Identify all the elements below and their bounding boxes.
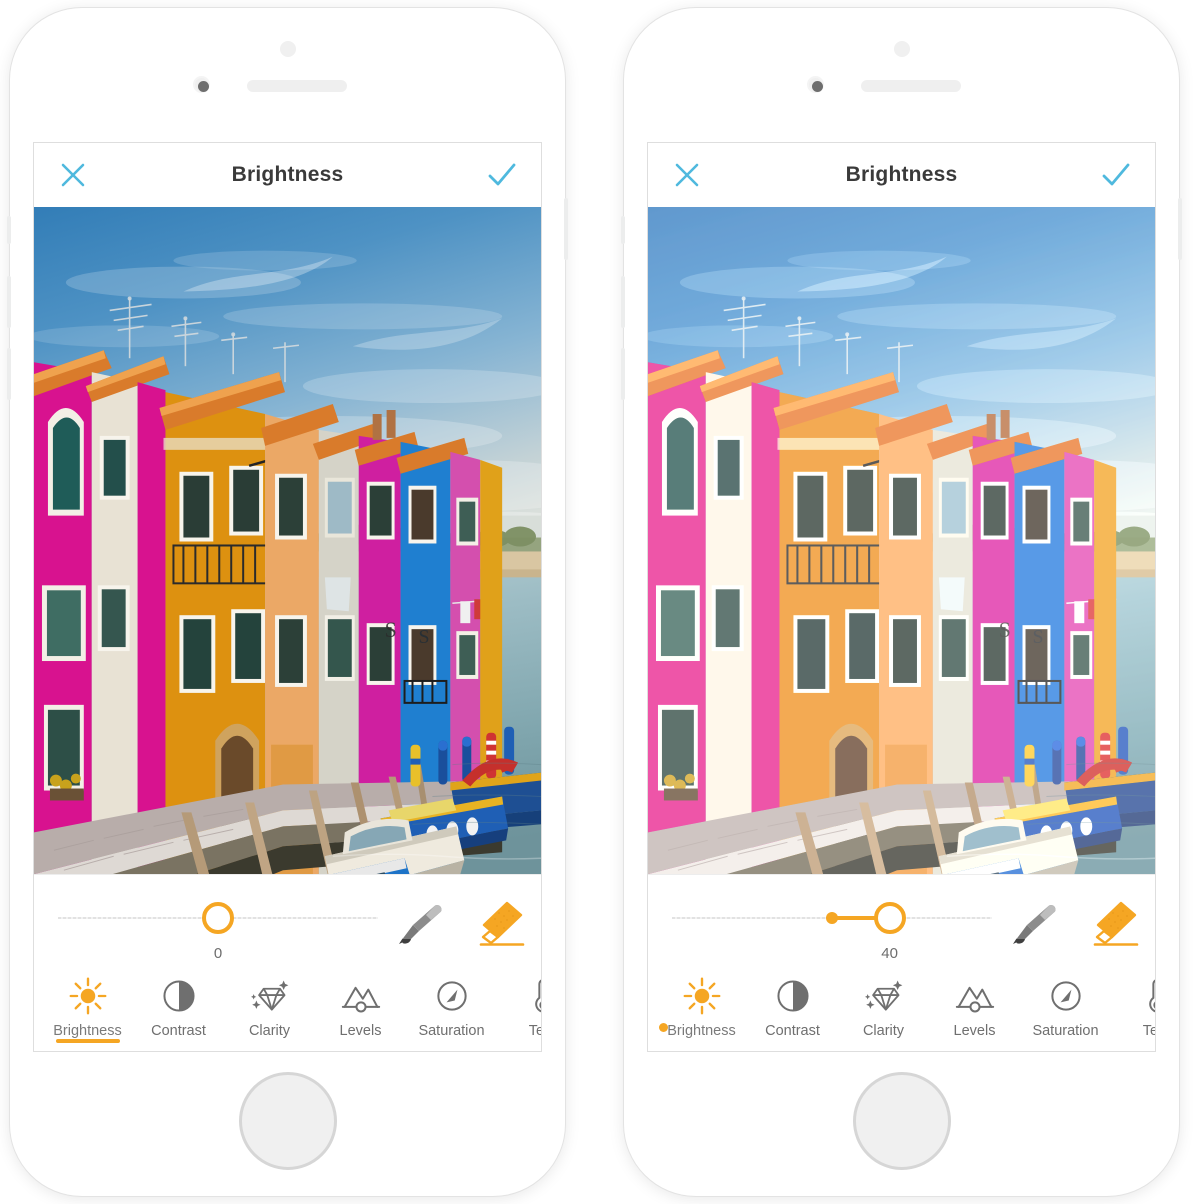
- diamond-icon: [248, 974, 292, 1018]
- close-icon[interactable]: [670, 158, 704, 192]
- screenshot-stage: S S: [0, 0, 1200, 1204]
- adjustment-label: Contrast: [151, 1023, 206, 1039]
- volume-up-button[interactable]: [621, 276, 625, 328]
- active-dot-marker: [659, 1023, 668, 1032]
- volume-up-button[interactable]: [7, 276, 11, 328]
- proximity-sensor-icon: [193, 76, 210, 93]
- close-icon[interactable]: [56, 158, 90, 192]
- adjustment-item-saturation[interactable]: Saturation: [406, 970, 497, 1039]
- slider-value-label: 0: [213, 945, 223, 962]
- adjustment-item-brightness[interactable]: Brightness: [42, 970, 133, 1043]
- slider-value-label: 40: [881, 945, 898, 962]
- phone-screen-after: Brightness 40 Brightness Contrast Clarit…: [647, 142, 1156, 1052]
- brightness-slider[interactable]: 0: [58, 902, 378, 962]
- adjustment-item-levels[interactable]: Levels: [929, 970, 1020, 1039]
- adjustment-item-levels[interactable]: Levels: [315, 970, 406, 1039]
- editor-controls-after: 40 Brightness Contrast Clarity Levels Sa…: [648, 874, 1155, 1051]
- mute-switch[interactable]: [7, 216, 11, 244]
- volume-down-button[interactable]: [621, 348, 625, 400]
- home-button[interactable]: [852, 1072, 951, 1170]
- adjustment-item-clarity[interactable]: Clarity: [838, 970, 929, 1039]
- slider-anchor-dot: [826, 912, 838, 924]
- diamond-icon: [862, 974, 906, 1018]
- adjustment-label: Contrast: [765, 1023, 820, 1039]
- adjustment-item-temperature[interactable]: Tem: [1111, 970, 1155, 1039]
- contrast-icon: [771, 974, 815, 1018]
- adjustment-label: Tem: [528, 1023, 541, 1039]
- phone-mockup-before: Brightness 0 Brightness Contrast Clarity…: [7, 8, 568, 1196]
- eraser-tool-icon[interactable]: [1085, 897, 1141, 951]
- adjustment-label: Saturation: [1032, 1023, 1099, 1039]
- adjustment-label: Tem: [1142, 1023, 1155, 1039]
- phone-mockup-after: Brightness 40 Brightness Contrast Clarit…: [621, 8, 1182, 1196]
- sun-icon: [66, 974, 110, 1018]
- slider-row: 0: [34, 875, 541, 971]
- phone-screen-before: Brightness 0 Brightness Contrast Clarity…: [33, 142, 542, 1052]
- adjustment-label: Saturation: [418, 1023, 485, 1039]
- thermometer-icon: [1135, 974, 1156, 1018]
- mute-switch[interactable]: [621, 216, 625, 244]
- check-icon[interactable]: [1099, 158, 1133, 192]
- sun-icon: [680, 974, 724, 1018]
- home-button[interactable]: [238, 1072, 337, 1170]
- thermometer-icon: [521, 974, 542, 1018]
- adjustment-label: Clarity: [248, 1023, 291, 1039]
- eraser-tool-icon[interactable]: [471, 897, 527, 951]
- adjustment-item-temperature[interactable]: Tem: [497, 970, 541, 1039]
- volume-down-button[interactable]: [7, 348, 11, 400]
- adjustment-label: Levels: [339, 1023, 382, 1039]
- front-camera-icon: [279, 41, 296, 57]
- mask-tools: [393, 897, 527, 951]
- mask-tools: [1007, 897, 1141, 951]
- slider-knob[interactable]: [202, 902, 234, 934]
- contrast-icon: [157, 974, 201, 1018]
- editor-title-bar: Brightness: [648, 143, 1155, 207]
- slider-knob[interactable]: [873, 902, 906, 934]
- front-camera-icon: [893, 41, 910, 57]
- adjustment-item-saturation[interactable]: Saturation: [1020, 970, 1111, 1039]
- check-icon[interactable]: [485, 158, 519, 192]
- page-title: Brightness: [845, 163, 958, 186]
- adjustment-item-contrast[interactable]: Contrast: [133, 970, 224, 1039]
- adjustment-item-clarity[interactable]: Clarity: [224, 970, 315, 1039]
- adjustment-item-contrast[interactable]: Contrast: [747, 970, 838, 1039]
- editor-title-bar: Brightness: [34, 143, 541, 207]
- slider-row: 40: [648, 875, 1155, 971]
- gauge-icon: [430, 974, 474, 1018]
- adjustment-label: Clarity: [862, 1023, 905, 1039]
- adjustment-label: Levels: [953, 1023, 996, 1039]
- earpiece-speaker-icon: [861, 80, 961, 92]
- power-button[interactable]: [1178, 198, 1182, 260]
- adjustment-item-brightness[interactable]: Brightness: [656, 970, 747, 1039]
- adjustment-label: Brightness: [667, 1023, 736, 1039]
- adjustment-strip[interactable]: Brightness Contrast Clarity Levels Satur…: [648, 970, 1155, 1051]
- photo-preview-before[interactable]: [34, 207, 541, 874]
- gauge-icon: [1044, 974, 1088, 1018]
- brush-tool-icon[interactable]: [1007, 897, 1063, 951]
- photo-preview-after[interactable]: [648, 207, 1155, 874]
- brightness-slider[interactable]: 40: [672, 902, 992, 962]
- brush-tool-icon[interactable]: [393, 897, 449, 951]
- mountains-icon: [953, 974, 997, 1018]
- proximity-sensor-icon: [807, 76, 824, 93]
- earpiece-speaker-icon: [247, 80, 347, 92]
- mountains-icon: [339, 974, 383, 1018]
- adjustment-strip[interactable]: Brightness Contrast Clarity Levels Satur…: [34, 970, 541, 1051]
- power-button[interactable]: [564, 198, 568, 260]
- active-underline-marker: [55, 1039, 120, 1043]
- editor-controls-before: 0 Brightness Contrast Clarity Levels Sat…: [34, 874, 541, 1051]
- adjustment-label: Brightness: [53, 1023, 122, 1039]
- page-title: Brightness: [231, 163, 344, 186]
